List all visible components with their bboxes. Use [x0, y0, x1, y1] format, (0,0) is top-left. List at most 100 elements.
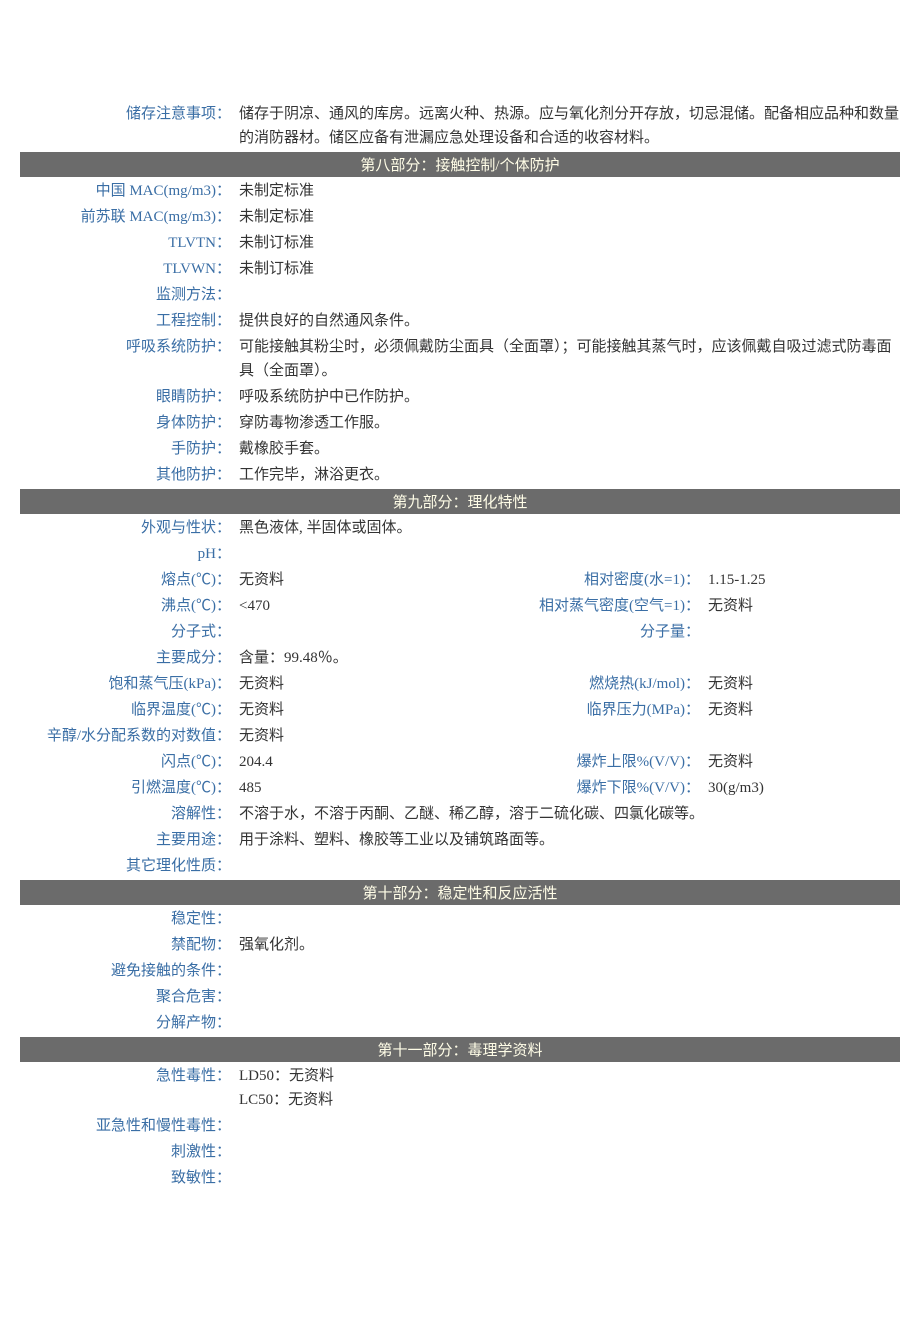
label-mw: 分子量： [469, 620, 704, 644]
section8-header: 第八部分：接触控制/个体防护 [20, 152, 900, 177]
label-flash: 闪点(℃)： [20, 750, 235, 774]
label-incomp: 禁配物： [20, 933, 235, 957]
label-stab: 稳定性： [20, 907, 235, 931]
row-incomp: 禁配物：强氧化剂。 [20, 933, 900, 957]
value-storage: 储存于阴凉、通风的库房。远离火种、热源。应与氧化剂分开存放，切忌混储。配备相应品… [235, 102, 900, 150]
label-formula: 分子式： [20, 620, 235, 644]
label-ph: pH： [20, 542, 235, 566]
label-use: 主要用途： [20, 828, 235, 852]
row-use: 主要用途：用于涂料、塑料、橡胶等工业以及铺筑路面等。 [20, 828, 900, 852]
label-other-prot: 其他防护： [20, 463, 235, 487]
value-other-prot: 工作完毕，淋浴更衣。 [235, 463, 900, 487]
row-irrit: 刺激性： [20, 1140, 900, 1164]
value-mp: 无资料 [235, 568, 469, 592]
label-satvap: 饱和蒸气压(kPa)： [20, 672, 235, 696]
value-solub: 不溶于水，不溶于丙酮、乙醚、稀乙醇，溶于二硫化碳、四氯化碳等。 [235, 802, 900, 826]
label-solub: 溶解性： [20, 802, 235, 826]
row-engctrl: 工程控制：提供良好的自然通风条件。 [20, 309, 900, 333]
label-appearance: 外观与性状： [20, 516, 235, 540]
value-resp: 可能接触其粉尘时，必须佩戴防尘面具（全面罩）；可能接触其蒸气时，应该佩戴自吸过滤… [235, 335, 900, 383]
value-engctrl: 提供良好的自然通风条件。 [235, 309, 900, 333]
row-hand: 手防护：戴橡胶手套。 [20, 437, 900, 461]
row-decomp: 分解产物： [20, 1011, 900, 1035]
row-poly: 聚合危害： [20, 985, 900, 1009]
row-bp: 沸点(℃)： <470 相对蒸气密度(空气=1)： 无资料 [20, 594, 900, 618]
label-uel: 爆炸上限%(V/V)： [469, 750, 704, 774]
row-acute: 急性毒性：LD50：无资料 LC50：无资料 [20, 1064, 900, 1112]
value-critpres: 无资料 [704, 698, 900, 722]
row-tlvtn: TLVTN：未制订标准 [20, 231, 900, 255]
label-hand: 手防护： [20, 437, 235, 461]
row-chronic: 亚急性和慢性毒性： [20, 1114, 900, 1138]
label-monitor: 监测方法： [20, 283, 235, 307]
value-body: 穿防毒物渗透工作服。 [235, 411, 900, 435]
value-uel: 无资料 [704, 750, 900, 774]
label-acute: 急性毒性： [20, 1064, 235, 1088]
row-other-prot: 其他防护：工作完毕，淋浴更衣。 [20, 463, 900, 487]
label-eye: 眼睛防护： [20, 385, 235, 409]
row-stab: 稳定性： [20, 907, 900, 931]
value-flash: 204.4 [235, 750, 469, 774]
label-engctrl: 工程控制： [20, 309, 235, 333]
row-mp: 熔点(℃)： 无资料 相对密度(水=1)： 1.15-1.25 [20, 568, 900, 592]
row-ussr-mac: 前苏联 MAC(mg/m3)：未制定标准 [20, 205, 900, 229]
value-vapdens: 无资料 [704, 594, 900, 618]
row-resp: 呼吸系统防护：可能接触其粉尘时，必须佩戴防尘面具（全面罩）；可能接触其蒸气时，应… [20, 335, 900, 383]
label-body: 身体防护： [20, 411, 235, 435]
row-sens: 致敏性： [20, 1166, 900, 1190]
row-crittemp: 临界温度(℃)： 无资料 临界压力(MPa)： 无资料 [20, 698, 900, 722]
label-bp: 沸点(℃)： [20, 594, 235, 618]
row-avoid: 避免接触的条件： [20, 959, 900, 983]
value-crittemp: 无资料 [235, 698, 469, 722]
label-resp: 呼吸系统防护： [20, 335, 235, 359]
label-chronic: 亚急性和慢性毒性： [20, 1114, 235, 1138]
label-combheat: 燃烧热(kJ/mol)： [469, 672, 704, 696]
value-ussr-mac: 未制定标准 [235, 205, 900, 229]
msds-page: 储存注意事项： 储存于阴凉、通风的库房。远离火种、热源。应与氧化剂分开存放，切忌… [0, 0, 920, 1332]
label-storage: 储存注意事项： [20, 102, 235, 126]
label-decomp: 分解产物： [20, 1011, 235, 1035]
label-crittemp: 临界温度(℃)： [20, 698, 235, 722]
row-body: 身体防护：穿防毒物渗透工作服。 [20, 411, 900, 435]
value-use: 用于涂料、塑料、橡胶等工业以及铺筑路面等。 [235, 828, 900, 852]
label-critpres: 临界压力(MPa)： [469, 698, 704, 722]
value-logp: 无资料 [235, 724, 900, 748]
value-appearance: 黑色液体, 半固体或固体。 [235, 516, 900, 540]
value-eye: 呼吸系统防护中已作防护。 [235, 385, 900, 409]
section9-header: 第九部分：理化特性 [20, 489, 900, 514]
value-tlvtn: 未制订标准 [235, 231, 900, 255]
row-eye: 眼睛防护：呼吸系统防护中已作防护。 [20, 385, 900, 409]
label-reldens: 相对密度(水=1)： [469, 568, 704, 592]
label-sens: 致敏性： [20, 1166, 235, 1190]
value-main: 含量：99.48％。 [235, 646, 900, 670]
row-tlvwn: TLVWN：未制订标准 [20, 257, 900, 281]
section11-header: 第十一部分：毒理学资料 [20, 1037, 900, 1062]
row-otherpc: 其它理化性质： [20, 854, 900, 878]
row-solub: 溶解性：不溶于水，不溶于丙酮、乙醚、稀乙醇，溶于二硫化碳、四氯化碳等。 [20, 802, 900, 826]
label-logp: 辛醇/水分配系数的对数值： [20, 724, 235, 748]
value-acute: LD50：无资料 LC50：无资料 [235, 1064, 900, 1112]
row-flash: 闪点(℃)： 204.4 爆炸上限%(V/V)： 无资料 [20, 750, 900, 774]
row-logp: 辛醇/水分配系数的对数值：无资料 [20, 724, 900, 748]
label-china-mac: 中国 MAC(mg/m3)： [20, 179, 235, 203]
value-satvap: 无资料 [235, 672, 469, 696]
label-mp: 熔点(℃)： [20, 568, 235, 592]
row-storage: 储存注意事项： 储存于阴凉、通风的库房。远离火种、热源。应与氧化剂分开存放，切忌… [20, 102, 900, 150]
label-main: 主要成分： [20, 646, 235, 670]
value-tlvwn: 未制订标准 [235, 257, 900, 281]
row-monitor: 监测方法： [20, 283, 900, 307]
value-lel: 30(g/m3) [704, 776, 900, 800]
value-hand: 戴橡胶手套。 [235, 437, 900, 461]
label-vapdens: 相对蒸气密度(空气=1)： [469, 594, 704, 618]
row-appearance: 外观与性状：黑色液体, 半固体或固体。 [20, 516, 900, 540]
row-ph: pH： [20, 542, 900, 566]
value-autoig: 485 [235, 776, 469, 800]
value-incomp: 强氧化剂。 [235, 933, 900, 957]
value-china-mac: 未制定标准 [235, 179, 900, 203]
row-china-mac: 中国 MAC(mg/m3)：未制定标准 [20, 179, 900, 203]
label-otherpc: 其它理化性质： [20, 854, 235, 878]
row-autoig: 引燃温度(℃)： 485 爆炸下限%(V/V)： 30(g/m3) [20, 776, 900, 800]
value-bp: <470 [235, 594, 469, 618]
section10-header: 第十部分：稳定性和反应活性 [20, 880, 900, 905]
label-lel: 爆炸下限%(V/V)： [469, 776, 704, 800]
